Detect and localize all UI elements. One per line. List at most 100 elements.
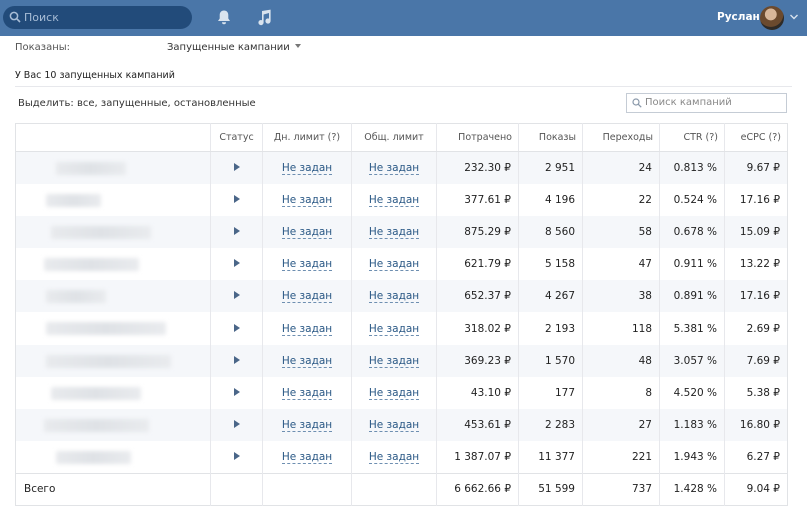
status-cell[interactable]	[210, 344, 263, 377]
impressions-cell: 2 193	[518, 312, 583, 345]
day-limit-link[interactable]: Не задан	[281, 386, 333, 400]
table-row[interactable]: Не задан Не задан 318.02 ₽ 2 193 118 5.3…	[15, 312, 788, 345]
total-limit-link[interactable]: Не задан	[368, 193, 420, 207]
campaign-status-dropdown[interactable]: Запущенные кампании	[167, 42, 301, 53]
impressions-cell: 177	[518, 376, 583, 409]
table-row[interactable]: Не задан Не задан 875.29 ₽ 8 560 58 0.67…	[15, 215, 788, 249]
day-limit-link[interactable]: Не задан	[281, 193, 333, 207]
campaign-name-blurred[interactable]	[15, 344, 211, 377]
table-row[interactable]: Не задан Не задан 621.79 ₽ 5 158 47 0.91…	[15, 248, 788, 281]
ecpc-header[interactable]: eCPC (?)	[724, 123, 788, 152]
total-limit-link[interactable]: Не задан	[368, 290, 420, 304]
campaign-name-blurred[interactable]	[15, 280, 211, 313]
ctr-header[interactable]: CTR (?)	[659, 123, 725, 152]
avatar[interactable]	[760, 6, 784, 30]
bell-icon[interactable]	[216, 9, 232, 26]
select-prefix: Выделить:	[18, 98, 74, 109]
play-icon[interactable]	[233, 162, 240, 171]
day-limit-cell: Не задан	[262, 248, 352, 281]
day-limit-link[interactable]: Не задан	[281, 354, 333, 368]
play-icon[interactable]	[233, 387, 240, 396]
total-limit-link[interactable]: Не задан	[368, 161, 420, 175]
total-total-limit-cell	[351, 472, 437, 506]
play-icon[interactable]	[233, 420, 240, 429]
ecpc-cell: 5.38 ₽	[724, 376, 788, 409]
status-cell[interactable]	[210, 409, 263, 442]
day-limit-link[interactable]: Не задан	[281, 161, 333, 175]
total-limit-link[interactable]: Не задан	[368, 386, 420, 400]
select-filter: Выделить: все, запущенные, остановленные	[18, 98, 256, 109]
select-running-link[interactable]: запущенные,	[101, 98, 171, 109]
impressions-cell: 2 283	[518, 409, 583, 442]
day-limit-link[interactable]: Не задан	[281, 419, 333, 433]
day-limit-link[interactable]: Не задан	[281, 290, 333, 304]
status-cell[interactable]	[210, 183, 263, 216]
user-name[interactable]: Руслан	[717, 11, 760, 23]
day-limit-link[interactable]: Не задан	[281, 225, 333, 239]
campaign-name-blurred[interactable]	[15, 312, 211, 345]
play-icon[interactable]	[233, 452, 240, 461]
select-all-link[interactable]: все,	[77, 98, 98, 109]
select-stopped-link[interactable]: остановленные	[174, 98, 256, 109]
total-limit-link[interactable]: Не задан	[368, 354, 420, 368]
total-limit-cell: Не задан	[351, 344, 437, 377]
clicks-header[interactable]: Переходы	[582, 123, 660, 152]
chevron-down-icon[interactable]	[789, 13, 799, 21]
day-limit-link[interactable]: Не задан	[281, 322, 333, 336]
play-icon[interactable]	[233, 291, 240, 300]
table-row[interactable]: Не задан Не задан 453.61 ₽ 2 283 27 1.18…	[15, 409, 788, 442]
table-row[interactable]: Не задан Не задан 369.23 ₽ 1 570 48 3.05…	[15, 344, 788, 377]
status-cell[interactable]	[210, 151, 263, 184]
total-limit-link[interactable]: Не задан	[368, 225, 420, 239]
play-icon[interactable]	[233, 226, 240, 235]
total-limit-link[interactable]: Не задан	[368, 419, 420, 433]
total-limit-link[interactable]: Не задан	[368, 451, 420, 465]
campaign-name-blurred[interactable]	[15, 151, 211, 184]
ecpc-cell: 9.67 ₽	[724, 151, 788, 184]
status-cell[interactable]	[210, 248, 263, 281]
play-icon[interactable]	[233, 259, 240, 268]
campaign-name-blurred[interactable]	[15, 183, 211, 216]
table-row[interactable]: Не задан Не задан 652.37 ₽ 4 267 38 0.89…	[15, 280, 788, 313]
search-icon	[632, 98, 642, 108]
campaign-name-blurred[interactable]	[15, 409, 211, 442]
table-header-row: Статус Дн. лимит (?) Общ. лимит Потрачен…	[15, 123, 788, 152]
day-limit-cell: Не задан	[262, 151, 352, 184]
table-row[interactable]: Не задан Не задан 1 387.07 ₽ 11 377 221 …	[15, 441, 788, 474]
total-limit-link[interactable]: Не задан	[368, 322, 420, 336]
ctr-cell: 0.813 %	[659, 151, 725, 184]
campaign-name-blurred[interactable]	[15, 248, 211, 281]
play-icon[interactable]	[233, 194, 240, 203]
status-cell[interactable]	[210, 280, 263, 313]
total-limit-link[interactable]: Не задан	[368, 258, 420, 272]
day-limit-link[interactable]: Не задан	[281, 258, 333, 272]
total-limit-cell: Не задан	[351, 376, 437, 409]
status-header[interactable]: Статус	[210, 123, 263, 152]
spent-header[interactable]: Потрачено	[436, 123, 519, 152]
clicks-cell: 48	[582, 344, 660, 377]
day-limit-cell: Не задан	[262, 409, 352, 442]
spent-cell: 621.79 ₽	[436, 248, 519, 281]
table-row[interactable]: Не задан Не задан 232.30 ₽ 2 951 24 0.81…	[15, 151, 788, 184]
status-cell[interactable]	[210, 441, 263, 474]
total-row: Всего 6 662.66 ₽ 51 599 737 1.428 % 9.04…	[15, 472, 788, 506]
total-label: Всего	[15, 472, 211, 506]
status-cell[interactable]	[210, 312, 263, 345]
total-limit-header[interactable]: Общ. лимит	[351, 123, 437, 152]
status-cell[interactable]	[210, 215, 263, 249]
campaign-name-blurred[interactable]	[15, 215, 211, 249]
status-cell[interactable]	[210, 376, 263, 409]
day-limit-header[interactable]: Дн. лимит (?)	[262, 123, 352, 152]
play-icon[interactable]	[233, 323, 240, 332]
play-icon[interactable]	[233, 355, 240, 364]
global-search-input[interactable]: Поиск	[3, 6, 192, 29]
impressions-cell: 4 267	[518, 280, 583, 313]
day-limit-link[interactable]: Не задан	[281, 451, 333, 465]
table-row[interactable]: Не задан Не задан 377.61 ₽ 4 196 22 0.52…	[15, 183, 788, 216]
music-icon[interactable]	[256, 9, 272, 26]
campaign-name-blurred[interactable]	[15, 441, 211, 474]
campaign-name-blurred[interactable]	[15, 376, 211, 409]
impressions-header[interactable]: Показы	[518, 123, 583, 152]
campaign-search-input[interactable]: Поиск кампаний	[626, 93, 787, 113]
table-row[interactable]: Не задан Не задан 43.10 ₽ 177 8 4.520 % …	[15, 376, 788, 409]
